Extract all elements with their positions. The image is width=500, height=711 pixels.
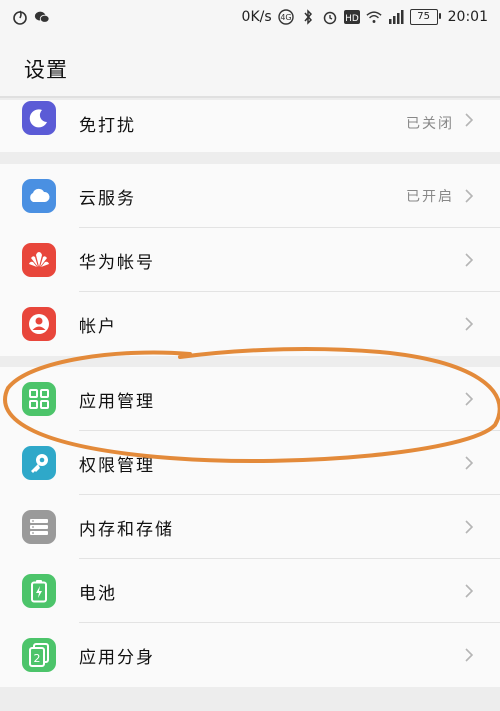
svg-text:HD: HD bbox=[345, 14, 359, 24]
chevron-right-icon bbox=[465, 113, 474, 127]
setting-row-permissions[interactable]: 权限管理 bbox=[0, 431, 500, 495]
setting-label: 应用管理 bbox=[79, 391, 155, 412]
battery-icon bbox=[22, 574, 56, 608]
chevron-right-icon bbox=[465, 317, 474, 331]
setting-row-huawei-account[interactable]: 华为帐号 bbox=[0, 228, 500, 292]
setting-value: 已开启 bbox=[406, 189, 454, 205]
notification-app-icon bbox=[12, 9, 28, 25]
chevron-right-icon bbox=[465, 253, 474, 267]
setting-label: 帐户 bbox=[79, 316, 117, 337]
chevron-right-icon bbox=[465, 520, 474, 534]
setting-row-app-twin[interactable]: 2 应用分身 bbox=[0, 623, 500, 687]
hd-icon: HD bbox=[343, 9, 360, 25]
page-title: 设置 bbox=[24, 58, 68, 82]
apps-grid-icon bbox=[22, 382, 56, 416]
battery-indicator: 75 bbox=[409, 9, 441, 25]
setting-row-app-management[interactable]: 应用管理 bbox=[0, 367, 500, 431]
svg-text:4G: 4G bbox=[280, 13, 291, 22]
moon-icon bbox=[22, 101, 56, 135]
chevron-right-icon bbox=[465, 456, 474, 470]
setting-label: 内存和存储 bbox=[79, 519, 174, 540]
alarm-icon bbox=[322, 9, 338, 25]
chevron-right-icon bbox=[465, 584, 474, 598]
header: 设置 bbox=[0, 34, 500, 98]
setting-label: 应用分身 bbox=[79, 647, 155, 668]
settings-group: 云服务 已开启 华为帐号 帐户 bbox=[0, 164, 500, 356]
chevron-right-icon bbox=[465, 189, 474, 203]
wechat-icon bbox=[34, 9, 50, 25]
chevron-right-icon bbox=[465, 648, 474, 662]
setting-label: 云服务 bbox=[79, 188, 136, 209]
setting-value: 已关闭 bbox=[406, 116, 454, 132]
storage-icon bbox=[22, 510, 56, 544]
settings-group: 应用管理 权限管理 内存和存储 电池 2 应用分身 bbox=[0, 367, 500, 687]
setting-label: 权限管理 bbox=[79, 455, 155, 476]
settings-group: 免打扰 已关闭 bbox=[0, 100, 500, 152]
setting-row-do-not-disturb[interactable]: 免打扰 已关闭 bbox=[0, 100, 500, 152]
setting-row-accounts[interactable]: 帐户 bbox=[0, 292, 500, 356]
volte-icon: 4G bbox=[277, 9, 294, 25]
chevron-right-icon bbox=[465, 392, 474, 406]
clock: 20:01 bbox=[447, 9, 488, 25]
bluetooth-icon bbox=[300, 9, 316, 25]
svg-text:2: 2 bbox=[34, 652, 41, 665]
account-icon bbox=[22, 307, 56, 341]
setting-label: 电池 bbox=[79, 583, 117, 604]
setting-row-cloud[interactable]: 云服务 已开启 bbox=[0, 164, 500, 228]
cloud-icon bbox=[22, 179, 56, 213]
key-icon bbox=[22, 446, 56, 480]
cellular-signal-icon bbox=[388, 9, 404, 25]
setting-row-memory-storage[interactable]: 内存和存储 bbox=[0, 495, 500, 559]
huawei-icon bbox=[22, 243, 56, 277]
setting-label: 免打扰 bbox=[79, 116, 136, 136]
app-twin-icon: 2 bbox=[22, 638, 56, 672]
network-speed: 0K/s bbox=[241, 9, 272, 25]
wifi-icon bbox=[366, 9, 382, 25]
setting-row-battery[interactable]: 电池 bbox=[0, 559, 500, 623]
setting-label: 华为帐号 bbox=[79, 252, 155, 273]
status-bar: 0K/s 4G HD 75 20:01 bbox=[0, 0, 500, 34]
